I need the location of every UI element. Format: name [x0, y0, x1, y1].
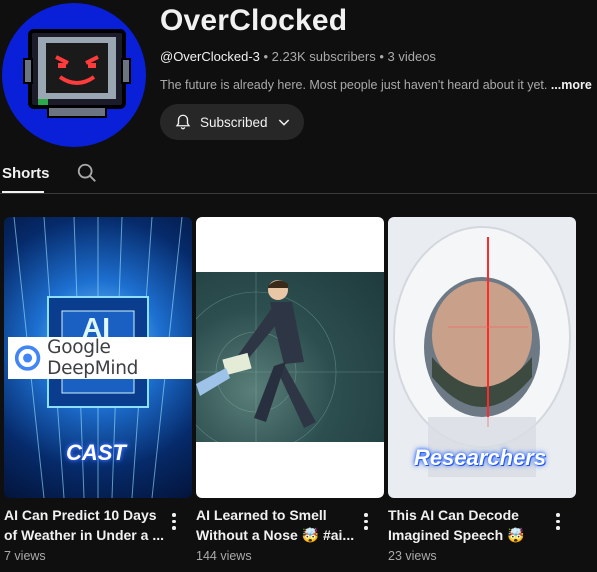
bell-icon [175, 114, 191, 130]
subscribed-label: Subscribed [200, 114, 268, 130]
video-title[interactable]: AI Can Predict 10 Days of Weather in Und… [4, 505, 164, 545]
thumbnail-caption: CAST [66, 440, 126, 465]
short-card[interactable]: AI Google DeepMind CAST AI Can Predict 1… [4, 217, 192, 563]
deepmind-icon [14, 345, 41, 371]
channel-avatar[interactable] [2, 3, 146, 147]
channel-tabs: Shorts [0, 150, 597, 194]
short-thumbnail[interactable]: AI Google DeepMind CAST [4, 217, 192, 498]
channel-meta: @OverClocked-3 • 2.23K subscribers • 3 v… [160, 49, 436, 64]
businessman-illustration [196, 272, 384, 442]
short-thumbnail[interactable] [196, 217, 384, 498]
channel-name: OverClocked [160, 4, 348, 37]
channel-description: The future is already here. Most people … [160, 78, 592, 92]
tab-shorts[interactable]: Shorts [2, 165, 50, 182]
tab-active-indicator [2, 191, 44, 193]
logo-text: Google DeepMind [47, 337, 139, 379]
description-text: The future is already here. Most people … [160, 78, 548, 92]
short-card[interactable]: AI Learned to Smell Without a Nose 🤯 #ai… [196, 217, 384, 563]
video-title[interactable]: AI Learned to Smell Without a Nose 🤯 #ai… [196, 505, 356, 545]
more-link[interactable]: ...more [551, 78, 592, 92]
view-count: 144 views [196, 549, 252, 563]
search-icon[interactable] [76, 162, 98, 184]
channel-handle: @OverClocked-3 [160, 49, 260, 64]
thumbnail-caption: Researchers [414, 445, 547, 470]
short-card[interactable]: Researchers This AI Can Decode Imagined … [388, 217, 576, 563]
chevron-down-icon [278, 119, 289, 126]
illustration-art [196, 272, 384, 442]
channel-stats: • 2.23K subscribers • 3 videos [259, 49, 436, 64]
video-title[interactable]: This AI Can Decode Imagined Speech 🤯 [388, 505, 548, 545]
google-deepmind-logo: Google DeepMind [8, 337, 192, 379]
more-options-icon[interactable] [553, 513, 563, 533]
view-count: 7 views [4, 549, 46, 563]
short-thumbnail[interactable]: Researchers [388, 217, 576, 498]
robot-monitor-icon [23, 29, 131, 118]
view-count: 23 views [388, 549, 437, 563]
more-options-icon[interactable] [361, 513, 371, 533]
more-options-icon[interactable] [169, 513, 179, 533]
subscribed-button[interactable]: Subscribed [160, 104, 304, 140]
